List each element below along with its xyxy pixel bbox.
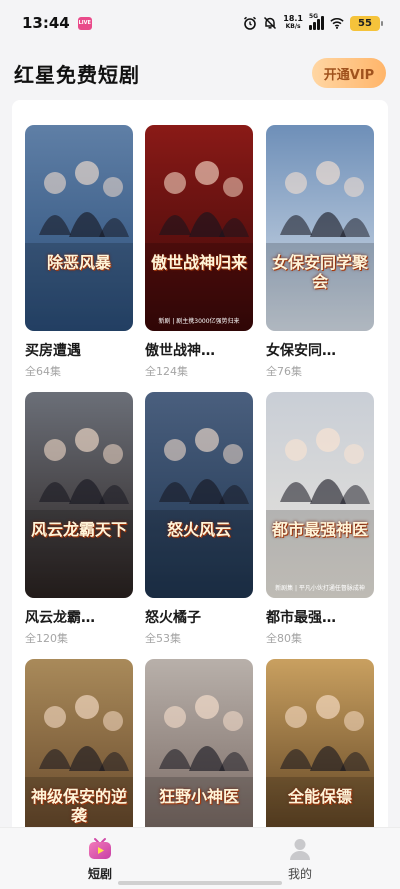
wifi-icon [330,16,344,30]
poster-title-art: 风云龙霸天下 [30,520,127,539]
poster-title-art: 傲世战神归来 [150,253,247,272]
previous-row-remnant [12,100,388,104]
drama-card[interactable]: 狂野小神医 [145,659,253,830]
tab-mine[interactable]: 我的 [200,828,400,889]
tab-short-drama[interactable]: 短剧 [0,828,200,889]
drama-poster[interactable]: 全能保镖豪门打脸 [266,659,374,830]
app-header: 红星免费短剧 开通VIP [0,46,400,100]
app-title: 红星免费短剧 [14,62,140,87]
drama-title[interactable]: 都市最强… [266,607,374,627]
mute-bell-icon [263,16,277,30]
drama-episode-count: 全76集 [266,365,302,378]
drama-poster[interactable]: 都市最强神医新剧集 | 平凡小伙打通任督脉成神 [266,392,374,598]
drama-card[interactable]: 女保安同学聚会女保安同… 全76集 [266,125,374,379]
drama-episode-count: 全80集 [266,632,302,645]
drama-card[interactable]: 除恶风暴买房遭遇全64集 [25,125,133,379]
poster-title-art: 怒火风云 [166,520,231,539]
drama-poster[interactable]: 怒火风云 [145,392,253,598]
drama-title[interactable]: 买房遭遇 [25,340,133,360]
drama-poster[interactable]: 傲世战神归来新剧 | 剧主携3000亿强势归来 [145,125,253,331]
drama-poster[interactable]: 除恶风暴 [25,125,133,331]
status-time: 13:44 [22,14,70,32]
drama-title[interactable]: 女保安同… [266,340,374,360]
drama-title[interactable]: 傲世战神… [145,340,253,360]
alarm-icon [243,16,257,30]
status-bar: 13:44 LIVE 18.1 KB/s 5G 55 [0,0,400,46]
app-notification-badge-icon: LIVE [77,16,92,30]
poster-title-art: 都市最强神医 [271,520,368,539]
drama-card[interactable]: 都市最强神医新剧集 | 平凡小伙打通任督脉成神都市最强… 全80集 [266,392,374,646]
drama-card[interactable]: 神级保安的逆袭 [25,659,133,830]
poster-title-art: 神级保安的逆袭 [30,787,127,825]
home-indicator [118,881,282,885]
network-speed-value: 18.1 [283,14,303,23]
drama-episode-count: 全120集 [25,632,68,645]
signal-label: 5G [309,13,319,20]
person-icon [287,836,313,862]
cellular-signal-icon: 5G [309,13,324,30]
drama-title[interactable]: 怒火橘子 [145,607,253,627]
drama-grid[interactable]: 除恶风暴 买房遭遇 全64集 傲世战神归来 新剧 | 剧主携3000亿强势归来 傲世战神…… [12,100,388,830]
tab-short-drama-label: 短剧 [87,867,112,881]
poster-subtitle-art: 新剧 | 剧主携3000亿强势归来 [158,318,240,325]
bottom-nav: 短剧 我的 [0,827,400,889]
drama-card[interactable]: 全能保镖豪门打脸 [266,659,374,830]
drama-card[interactable]: 怒火风云怒火橘子全53集 [145,392,253,646]
tab-mine-label: 我的 [287,867,312,881]
drama-card[interactable]: 傲世战神归来新剧 | 剧主携3000亿强势归来傲世战神… 全124集 [145,125,253,379]
drama-card[interactable]: 风云龙霸天下 风云龙霸… 全120集 [25,392,133,646]
tv-play-icon [87,836,113,862]
battery-icon: 55 [350,15,383,31]
poster-title-art: 全能保镖 [287,787,352,806]
drama-title[interactable]: 风云龙霸… [25,607,133,627]
vip-button[interactable]: 开通VIP [312,58,386,88]
drama-episode-count: 全53集 [145,632,181,645]
drama-episode-count: 全124集 [145,365,188,378]
drama-poster[interactable]: 风云龙霸天下 [25,392,133,598]
poster-subtitle-art: 新剧集 | 平凡小伙打通任督脉成神 [275,585,365,592]
poster-title-art: 女保安同学聚会 [271,253,368,291]
network-speed-unit: KB/s [285,23,301,30]
drama-poster[interactable]: 神级保安的逆袭 [25,659,133,830]
poster-title-art: 狂野小神医 [158,787,239,806]
network-speed: 18.1 KB/s [283,15,303,31]
drama-episode-count: 全64集 [25,365,61,378]
drama-poster[interactable]: 女保安同学聚会 [266,125,374,331]
drama-poster[interactable]: 狂野小神医 [145,659,253,830]
poster-title-art: 除恶风暴 [46,253,111,272]
